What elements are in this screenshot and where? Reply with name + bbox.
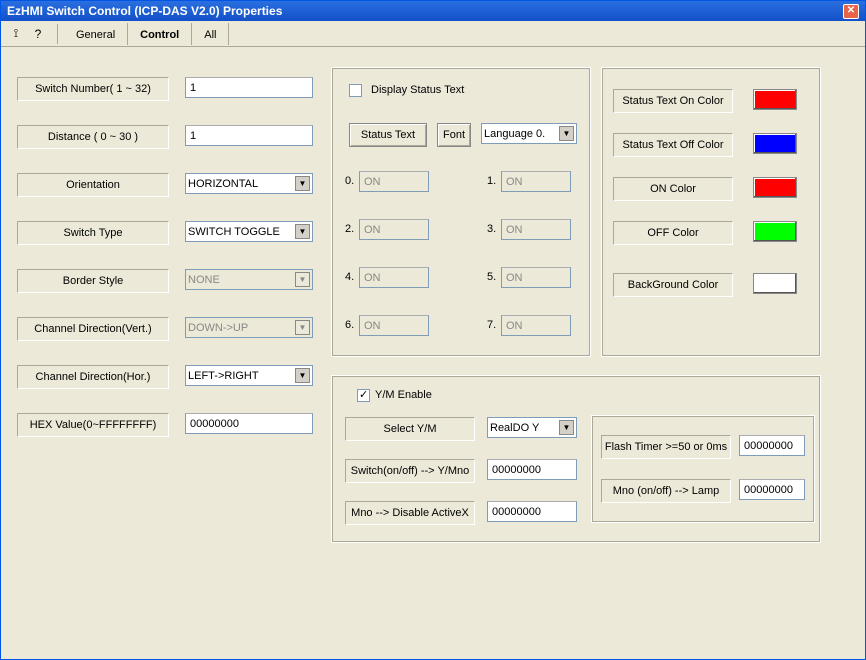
display-status-checkbox[interactable] xyxy=(349,84,362,97)
ym-sub-group xyxy=(591,415,815,523)
select-ym-label: Select Y/M xyxy=(345,417,475,441)
off-text-color-label: Status Text Off Color xyxy=(613,133,733,157)
on-color-swatch[interactable] xyxy=(753,177,797,198)
status-6 xyxy=(359,315,429,336)
border-style-label: Border Style xyxy=(17,269,169,293)
idx-1: 1. xyxy=(487,175,496,187)
status-4 xyxy=(359,267,429,288)
mno-lamp-label: Mno (on/off) --> Lamp xyxy=(601,479,731,503)
titlebar: EzHMI Switch Control (ICP-DAS V2.0) Prop… xyxy=(1,1,865,21)
display-status-label: Display Status Text xyxy=(371,84,464,96)
window-title: EzHMI Switch Control (ICP-DAS V2.0) Prop… xyxy=(7,4,282,18)
bg-color-label: BackGround Color xyxy=(613,273,733,297)
idx-0: 0. xyxy=(345,175,354,187)
chevron-down-icon: ▼ xyxy=(559,420,574,435)
flash-timer-input[interactable] xyxy=(739,435,805,456)
ch-hor-label: Channel Direction(Hor.) xyxy=(17,365,169,389)
pin-icon[interactable]: ⟟ xyxy=(7,25,25,43)
page-body: Switch Number( 1 ~ 32) Distance ( 0 ~ 30… xyxy=(1,47,865,659)
border-style-select: NONE▼ xyxy=(185,269,313,290)
switch-type-select[interactable]: SWITCH TOGGLE▼ xyxy=(185,221,313,242)
status-3 xyxy=(501,219,571,240)
tab-general[interactable]: General xyxy=(64,23,128,45)
distance-label: Distance ( 0 ~ 30 ) xyxy=(17,125,169,149)
flash-timer-label: Flash Timer >=50 or 0ms xyxy=(601,435,731,459)
idx-7: 7. xyxy=(487,319,496,331)
language-select[interactable]: Language 0.▼ xyxy=(481,123,577,144)
idx-3: 3. xyxy=(487,223,496,235)
mno-disable-label: Mno --> Disable ActiveX xyxy=(345,501,475,525)
off-text-color-swatch[interactable] xyxy=(753,133,797,154)
ch-hor-select[interactable]: LEFT->RIGHT▼ xyxy=(185,365,313,386)
status-1 xyxy=(501,171,571,192)
font-button[interactable]: Font xyxy=(437,123,471,147)
status-7 xyxy=(501,315,571,336)
ch-vert-select: DOWN->UP▼ xyxy=(185,317,313,338)
close-button[interactable]: ✕ xyxy=(843,4,859,19)
hex-input[interactable] xyxy=(185,413,313,434)
status-text-button[interactable]: Status Text xyxy=(349,123,427,147)
tab-control[interactable]: Control xyxy=(128,23,192,45)
mno-disable-input[interactable] xyxy=(487,501,577,522)
off-color-label: OFF Color xyxy=(613,221,733,245)
ym-enable-checkbox[interactable] xyxy=(357,389,370,402)
tab-all[interactable]: All xyxy=(192,23,229,45)
off-color-swatch[interactable] xyxy=(753,221,797,242)
idx-5: 5. xyxy=(487,271,496,283)
switch-ymno-input[interactable] xyxy=(487,459,577,480)
chevron-down-icon: ▼ xyxy=(295,224,310,239)
chevron-down-icon: ▼ xyxy=(559,126,574,141)
idx-6: 6. xyxy=(345,319,354,331)
on-text-color-label: Status Text On Color xyxy=(613,89,733,113)
ch-vert-label: Channel Direction(Vert.) xyxy=(17,317,169,341)
status-0 xyxy=(359,171,429,192)
on-color-label: ON Color xyxy=(613,177,733,201)
switch-type-label: Switch Type xyxy=(17,221,169,245)
chevron-down-icon: ▼ xyxy=(295,320,310,335)
idx-2: 2. xyxy=(345,223,354,235)
select-ym-select[interactable]: RealDO Y▼ xyxy=(487,417,577,438)
orientation-select[interactable]: HORIZONTAL▼ xyxy=(185,173,313,194)
bg-color-swatch[interactable] xyxy=(753,273,797,294)
status-group xyxy=(331,67,591,357)
switch-ymno-label: Switch(on/off) --> Y/Mno xyxy=(345,459,475,483)
switch-number-input[interactable] xyxy=(185,77,313,98)
status-2 xyxy=(359,219,429,240)
chevron-down-icon: ▼ xyxy=(295,368,310,383)
idx-4: 4. xyxy=(345,271,354,283)
on-text-color-swatch[interactable] xyxy=(753,89,797,110)
mno-lamp-input[interactable] xyxy=(739,479,805,500)
chevron-down-icon: ▼ xyxy=(295,272,310,287)
hex-label: HEX Value(0~FFFFFFFF) xyxy=(17,413,169,437)
switch-number-label: Switch Number( 1 ~ 32) xyxy=(17,77,169,101)
distance-input[interactable] xyxy=(185,125,313,146)
toolbar: ⟟ ? General Control All xyxy=(1,21,865,47)
ym-enable-label: Y/M Enable xyxy=(375,389,432,401)
orientation-label: Orientation xyxy=(17,173,169,197)
chevron-down-icon: ▼ xyxy=(295,176,310,191)
status-5 xyxy=(501,267,571,288)
help-icon[interactable]: ? xyxy=(29,25,47,43)
